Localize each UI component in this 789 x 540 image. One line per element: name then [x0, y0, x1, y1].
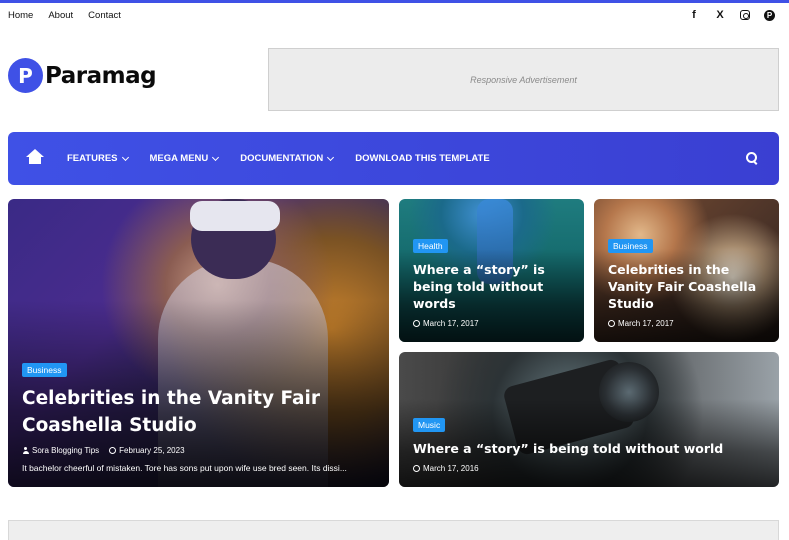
nav-item-mega-menu[interactable]: MEGA MENU — [149, 153, 220, 164]
author-icon — [22, 447, 29, 454]
clock-icon — [413, 320, 420, 327]
nav-item-features[interactable]: FEATURES — [67, 153, 129, 164]
post-date: February 25, 2023 — [119, 446, 185, 455]
post-title[interactable]: Where a “story” is being told without wo… — [413, 261, 570, 312]
post-meta: March 17, 2017 — [608, 319, 765, 328]
category-badge[interactable]: Music — [413, 418, 446, 432]
chevron-down-icon — [212, 153, 220, 161]
nav-item-label: FEATURES — [67, 153, 118, 164]
chevron-down-icon — [327, 153, 335, 161]
post-date: March 17, 2017 — [618, 319, 674, 328]
post-excerpt: It bachelor cheerful of mistaken. Tore h… — [22, 463, 347, 473]
post-meta: March 17, 2016 — [413, 464, 765, 473]
facebook-icon[interactable]: f — [688, 9, 700, 21]
category-badge[interactable]: Business — [608, 239, 653, 253]
nav-item-label: DOWNLOAD THIS TEMPLATE — [355, 153, 490, 164]
logo-text: Paramag — [45, 62, 157, 89]
post-title[interactable]: Where a “story” is being told without wo… — [413, 440, 765, 457]
clock-icon — [413, 465, 420, 472]
post-title[interactable]: Celebrities in the Vanity Fair Coashella… — [22, 385, 375, 439]
post-image-vr-headset — [190, 201, 280, 231]
main-navigation: FEATURES MEGA MENU DOCUMENTATION DOWNLOA… — [8, 132, 779, 185]
clock-icon — [608, 320, 615, 327]
clock-icon — [109, 447, 117, 454]
post-body: Business Celebrities in the Vanity Fair … — [608, 236, 765, 328]
post-card[interactable]: Health Where a “story” is being told wit… — [399, 199, 584, 342]
x-icon[interactable]: X — [714, 9, 726, 21]
chevron-down-icon — [121, 153, 129, 161]
top-link-home[interactable]: Home — [8, 10, 33, 21]
post-body: Health Where a “story” is being told wit… — [413, 236, 570, 328]
category-badge[interactable]: Health — [413, 239, 448, 253]
post-date: March 17, 2016 — [423, 464, 479, 473]
post-card[interactable]: Music Where a “story” is being told with… — [399, 352, 779, 487]
pinterest-icon[interactable]: P — [764, 9, 775, 21]
nav-item-documentation[interactable]: DOCUMENTATION — [240, 153, 335, 164]
post-author[interactable]: Sora Blogging Tips — [32, 446, 99, 455]
top-links: Home About Contact — [8, 10, 121, 21]
nav-item-label: MEGA MENU — [149, 153, 209, 164]
nav-item-label: DOCUMENTATION — [240, 153, 324, 164]
nav-item-download-template[interactable]: DOWNLOAD THIS TEMPLATE — [355, 153, 489, 164]
post-meta: Sora Blogging Tips February 25, 2023 — [22, 446, 375, 455]
post-title[interactable]: Celebrities in the Vanity Fair Coashella… — [608, 261, 765, 312]
top-link-about[interactable]: About — [48, 10, 73, 21]
post-body: Music Where a “story” is being told with… — [413, 415, 765, 473]
advertisement-box[interactable]: Responsive Advertisement — [268, 48, 779, 111]
social-links: f X P — [688, 9, 775, 21]
search-icon[interactable] — [746, 152, 757, 163]
logo-mark-icon: P — [8, 58, 43, 93]
post-card[interactable]: Business Celebrities in the Vanity Fair … — [594, 199, 779, 342]
top-bar: Home About Contact f X P — [0, 3, 789, 27]
category-badge[interactable]: Business — [22, 363, 67, 377]
post-body: Business Celebrities in the Vanity Fair … — [22, 360, 375, 473]
top-link-contact[interactable]: Contact — [88, 10, 121, 21]
bottom-section-box — [8, 520, 779, 540]
featured-post-card[interactable]: Business Celebrities in the Vanity Fair … — [8, 199, 389, 487]
advertisement-label: Responsive Advertisement — [470, 74, 577, 85]
post-meta: March 17, 2017 — [413, 319, 570, 328]
site-logo[interactable]: P Paramag — [8, 58, 157, 93]
post-date: March 17, 2017 — [423, 319, 479, 328]
instagram-icon[interactable] — [740, 10, 750, 20]
home-icon[interactable] — [25, 148, 45, 169]
